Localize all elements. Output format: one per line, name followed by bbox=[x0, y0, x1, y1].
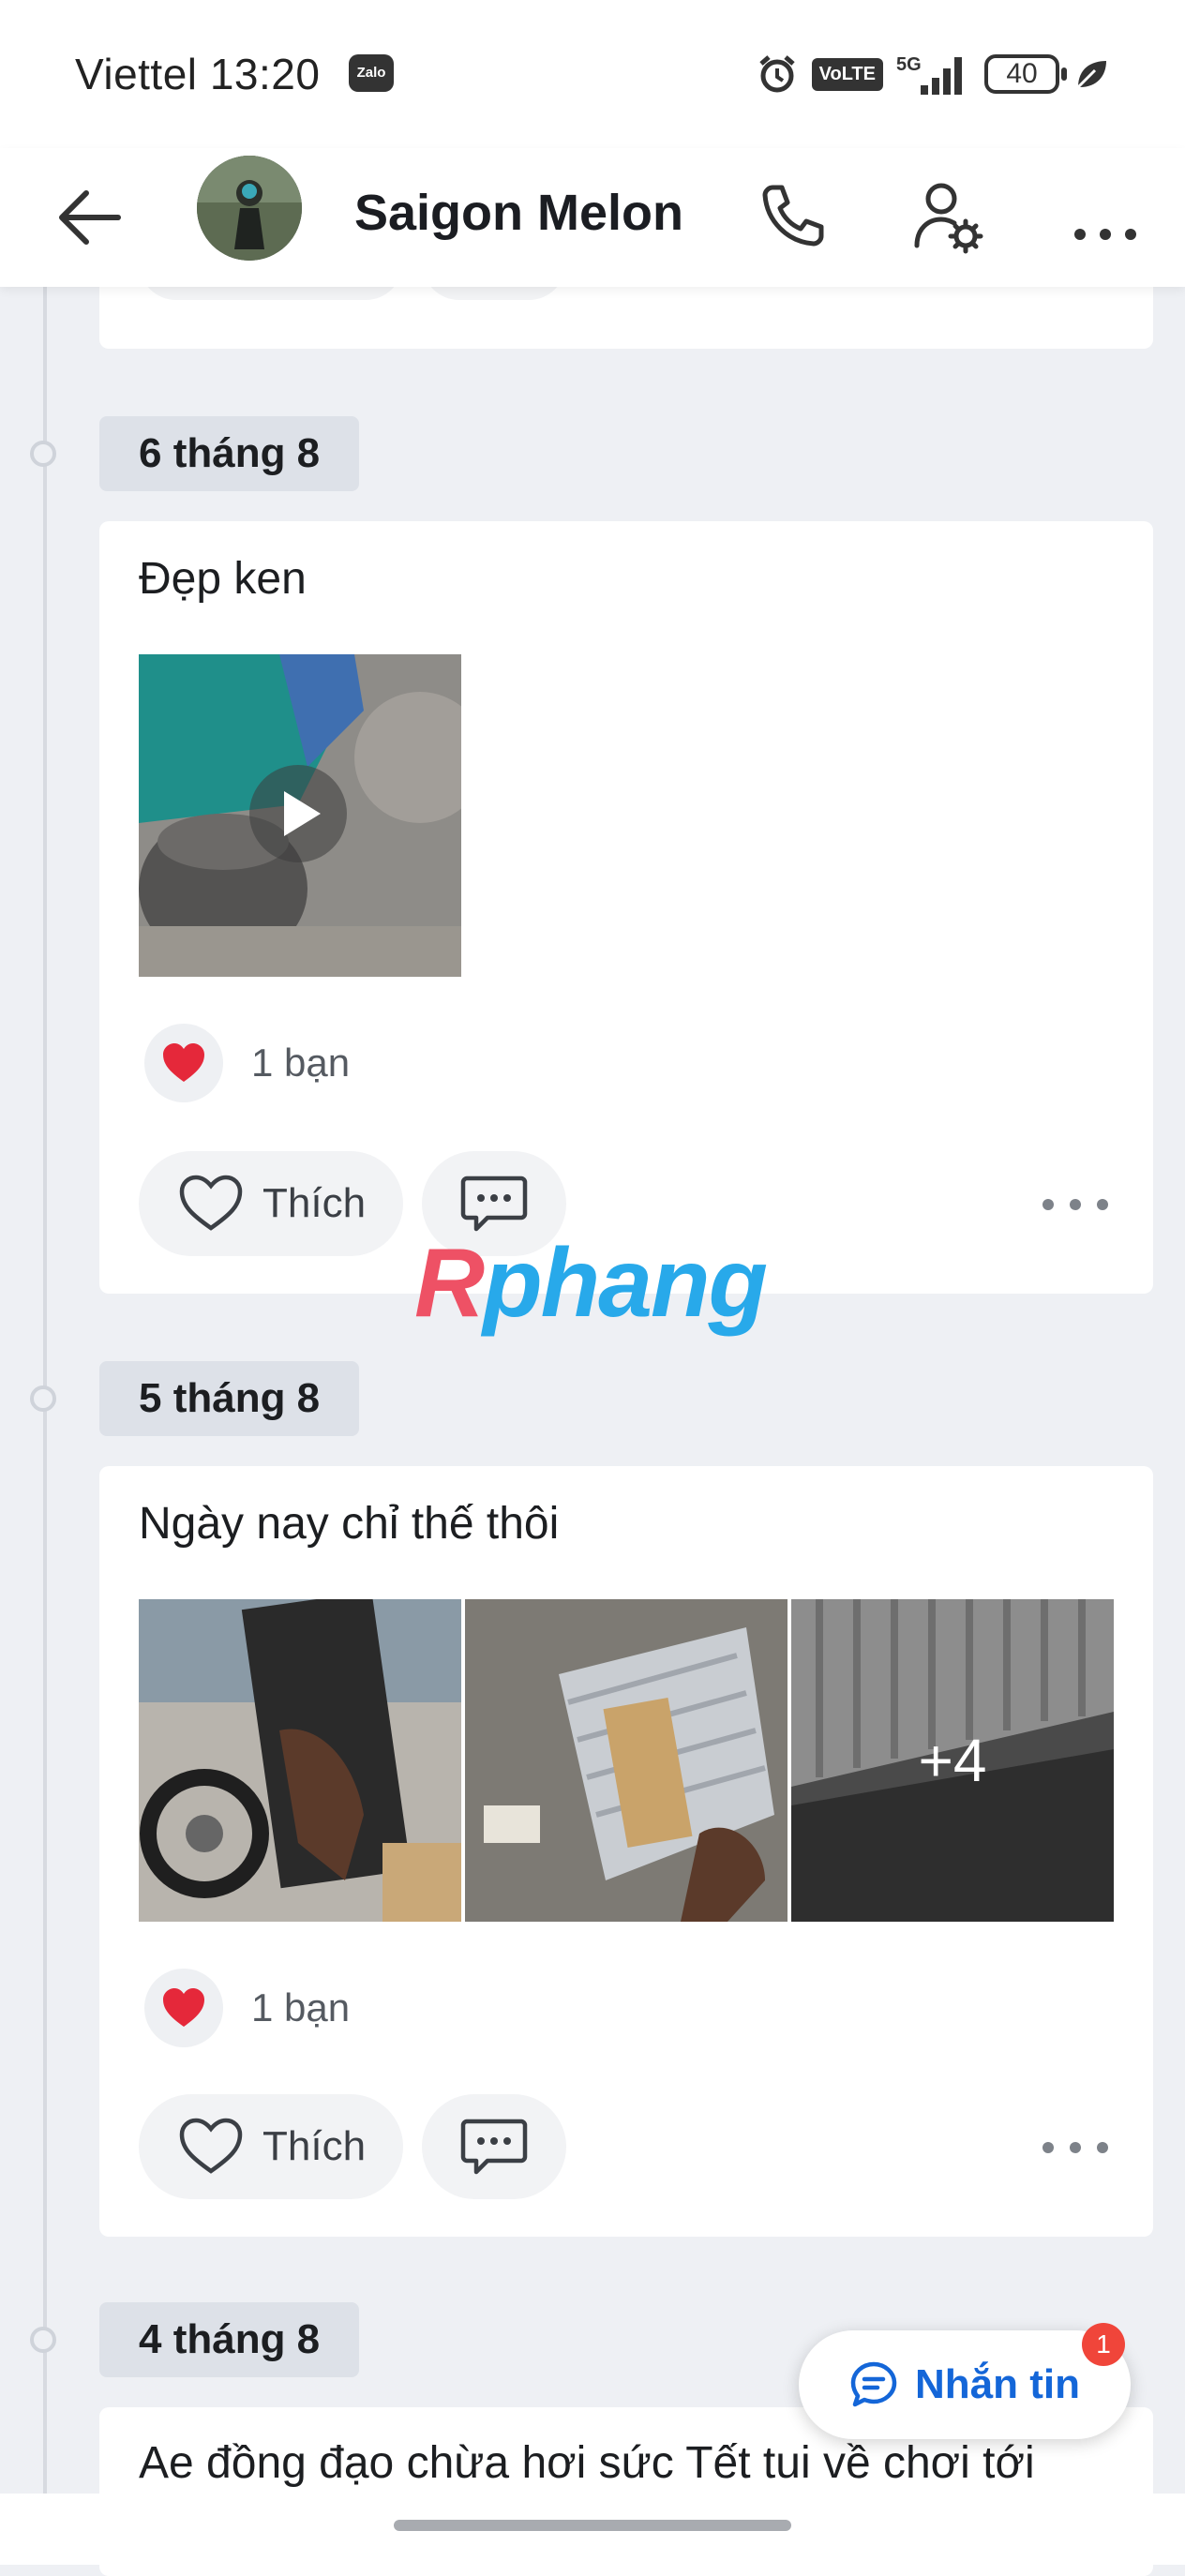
back-button[interactable] bbox=[52, 182, 128, 253]
comment-button[interactable] bbox=[422, 2094, 566, 2199]
phone-icon bbox=[762, 185, 824, 247]
like-button[interactable]: Thích bbox=[139, 1151, 403, 1256]
post-photo-1[interactable] bbox=[139, 1599, 461, 1922]
post-photo-3-more[interactable]: +4 bbox=[791, 1599, 1114, 1922]
heart-outline-icon bbox=[179, 1175, 243, 1231]
avatar[interactable] bbox=[197, 156, 302, 261]
like-label: Thích bbox=[262, 2123, 367, 2169]
leaf-icon bbox=[1076, 61, 1106, 89]
post-card: Ngày nay chỉ thế thôi +4 1 bạn Thích bbox=[99, 1466, 1153, 2237]
post-card: Đẹp ken 1 bạn Thích bbox=[99, 521, 1153, 1294]
more-horizontal-icon bbox=[1074, 229, 1136, 240]
post-more-button[interactable] bbox=[1042, 1191, 1108, 1219]
signal-5g-icon: 5G bbox=[896, 54, 962, 95]
page-title: Saigon Melon bbox=[354, 185, 683, 241]
battery-icon: 40 bbox=[984, 54, 1067, 94]
timeline-line bbox=[43, 287, 47, 2537]
reaction-count: 1 bạn bbox=[251, 1041, 351, 1085]
zalo-notification-icon: Zalo bbox=[349, 54, 394, 92]
chat-header: Saigon Melon bbox=[0, 148, 1185, 287]
like-label: Thích bbox=[262, 1180, 367, 1226]
svg-text:5G: 5G bbox=[896, 54, 922, 75]
status-icons: VoLTE 5G 40 bbox=[756, 51, 1110, 97]
comment-icon bbox=[460, 2119, 528, 2175]
timeline-dot bbox=[30, 441, 56, 467]
date-chip: 5 tháng 8 bbox=[99, 1361, 360, 1436]
post-photo-2[interactable] bbox=[465, 1599, 788, 1922]
heart-reaction-icon bbox=[144, 1969, 223, 2047]
reaction-summary[interactable]: 1 bạn bbox=[144, 1969, 350, 2047]
date-chip: 6 tháng 8 bbox=[99, 416, 360, 491]
volte-icon: VoLTE bbox=[811, 57, 883, 91]
status-bar: Viettel 13:20 Zalo VoLTE 5G 40 bbox=[0, 0, 1185, 148]
timeline-dot bbox=[30, 2327, 56, 2353]
more-options-button[interactable] bbox=[1063, 174, 1148, 259]
post-text: Ngày nay chỉ thế thôi bbox=[139, 1499, 560, 1549]
reaction-summary[interactable]: 1 bạn bbox=[144, 1024, 350, 1102]
more-photos-count: +4 bbox=[918, 1727, 987, 1794]
post-more-button[interactable] bbox=[1042, 2134, 1108, 2162]
alarm-icon bbox=[758, 55, 795, 93]
reaction-count: 1 bạn bbox=[251, 1985, 351, 2029]
arrow-left-icon bbox=[59, 190, 121, 245]
post-text: Ae đồng đạo chừa hơi sức Tết tui về chơi… bbox=[139, 2438, 1035, 2488]
user-gear-icon bbox=[914, 183, 983, 254]
message-button[interactable]: Nhắn tin 1 bbox=[799, 2323, 1131, 2439]
heart-reaction-icon bbox=[144, 1024, 223, 1102]
status-carrier-time: Viettel 13:20 bbox=[75, 49, 320, 99]
watermark: Rphang bbox=[414, 1228, 768, 1340]
system-nav-bar bbox=[0, 2494, 1185, 2565]
home-indicator[interactable] bbox=[394, 2520, 791, 2531]
post-text: Đẹp ken bbox=[139, 554, 307, 604]
timeline-dot bbox=[30, 1385, 56, 1412]
heart-outline-icon bbox=[179, 2118, 243, 2174]
video-thumbnail[interactable] bbox=[139, 654, 461, 977]
carrier-label: Viettel bbox=[75, 50, 198, 98]
video-thumbnail-image bbox=[139, 654, 461, 977]
avatar-photo bbox=[197, 156, 302, 261]
chat-bubble-icon bbox=[850, 2361, 897, 2407]
watermark-rest: phang bbox=[483, 1229, 768, 1338]
clock: 13:20 bbox=[209, 50, 321, 98]
like-button[interactable]: Thích bbox=[139, 2094, 403, 2199]
message-button-label: Nhắn tin bbox=[915, 2361, 1080, 2407]
photo-image-1 bbox=[139, 1599, 461, 1922]
date-chip: 4 tháng 8 bbox=[99, 2302, 360, 2377]
notification-badge: 1 bbox=[1082, 2323, 1125, 2366]
watermark-first-letter: R bbox=[414, 1229, 485, 1338]
user-settings-button[interactable] bbox=[906, 174, 990, 259]
comment-icon bbox=[460, 1176, 528, 1232]
photo-image-2 bbox=[465, 1599, 788, 1922]
call-button[interactable] bbox=[750, 174, 834, 259]
